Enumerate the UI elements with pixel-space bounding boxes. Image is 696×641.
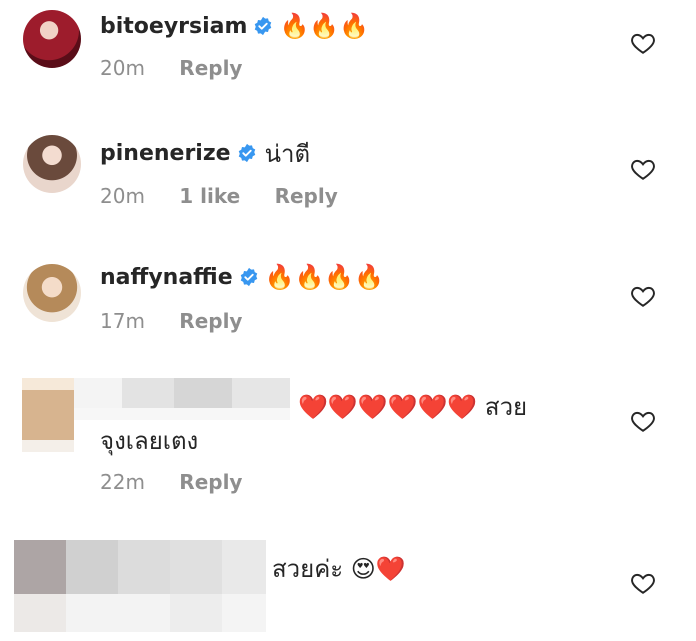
comment-username[interactable]: pinenerize — [100, 141, 231, 166]
avatar[interactable] — [23, 135, 81, 193]
verified-badge-icon — [255, 16, 272, 36]
heart-outline-icon[interactable] — [630, 408, 656, 434]
avatar[interactable] — [23, 10, 81, 68]
comment-emoji: 🔥🔥🔥🔥 — [264, 263, 385, 291]
reply-button[interactable]: Reply — [179, 470, 242, 494]
avatar[interactable] — [23, 264, 81, 322]
comment-username[interactable]: naffynaffie — [100, 265, 233, 290]
heart-outline-icon[interactable] — [630, 570, 656, 596]
reply-button[interactable]: Reply — [179, 309, 242, 333]
comment-time: 22m — [100, 470, 145, 494]
comment-time: 20m — [100, 56, 145, 80]
comment-time: 20m — [100, 184, 145, 208]
comment-text: น่าตี — [264, 139, 311, 168]
reply-button[interactable]: Reply — [179, 56, 242, 80]
comment-time: 17m — [100, 309, 145, 333]
heart-outline-icon[interactable] — [630, 156, 656, 182]
heart-outline-icon[interactable] — [630, 283, 656, 309]
comment-text: ❤️❤️❤️❤️❤️❤️ สวย — [298, 392, 528, 421]
comment-text: สวยค่ะ 😍❤️ — [272, 554, 406, 583]
comment-username[interactable]: bitoeyrsiam — [100, 14, 247, 39]
heart-outline-icon[interactable] — [630, 30, 656, 56]
verified-badge-icon — [238, 143, 255, 163]
reply-button[interactable]: Reply — [275, 184, 338, 208]
pixelated-username-block — [14, 540, 266, 632]
comment-emoji: 🔥🔥🔥 — [279, 12, 370, 40]
verified-badge-icon — [240, 267, 257, 287]
like-count[interactable]: 1 like — [179, 184, 240, 208]
comment-text-continuation: จุงเลยเตง — [100, 426, 199, 455]
